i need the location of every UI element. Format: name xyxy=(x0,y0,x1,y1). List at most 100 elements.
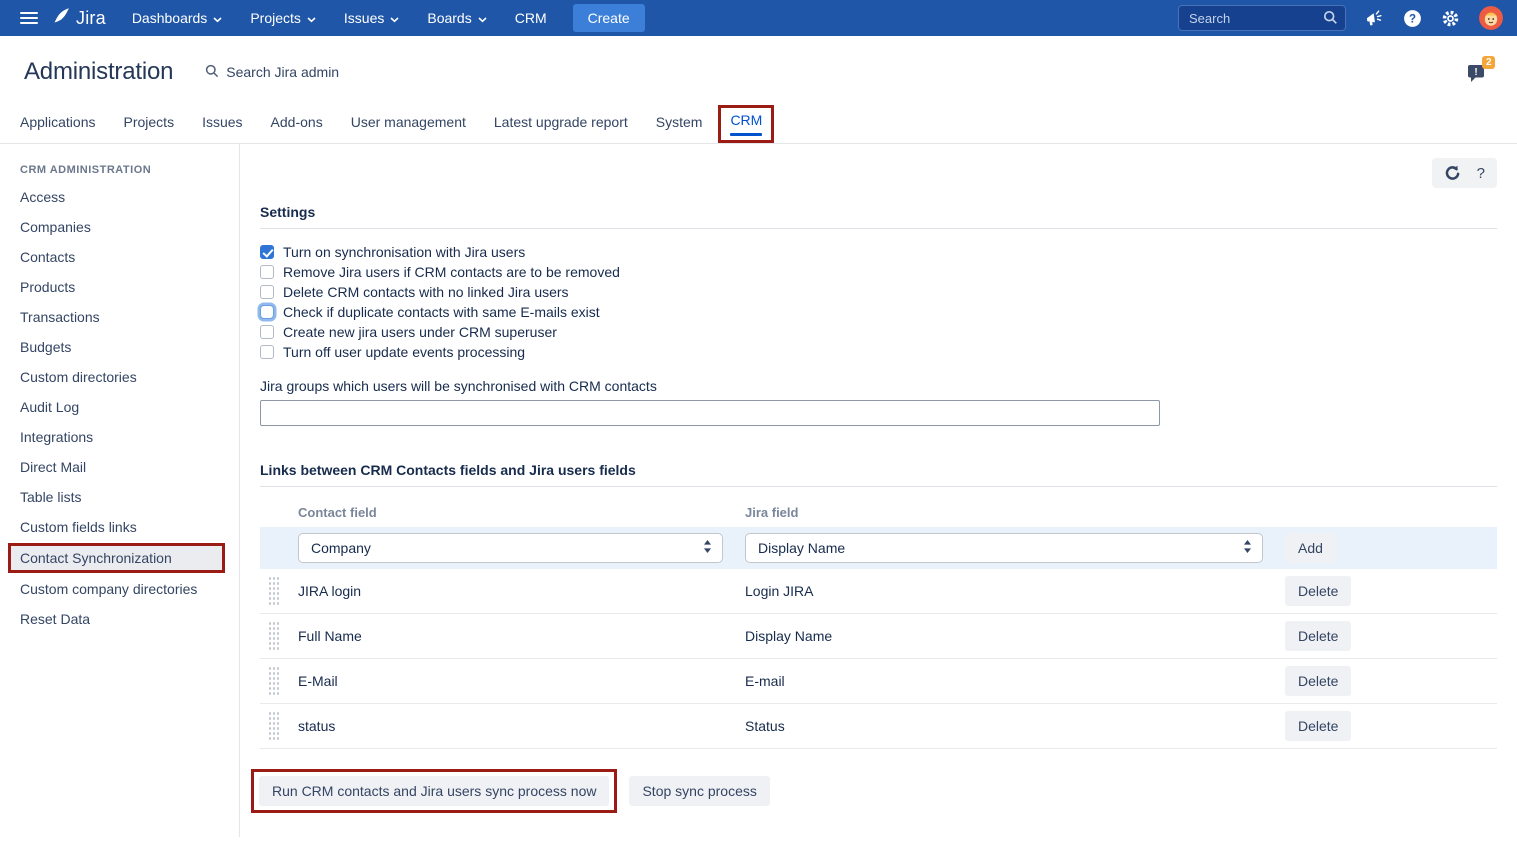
refresh-icon[interactable] xyxy=(1444,165,1461,182)
search-icon xyxy=(205,64,219,81)
jira-logo[interactable]: Jira xyxy=(52,6,106,30)
drag-handle-icon[interactable] xyxy=(268,666,279,696)
jira-groups-input[interactable] xyxy=(260,400,1160,426)
checkbox-remove-users[interactable] xyxy=(260,265,274,279)
sidebar-item-contacts[interactable]: Contacts xyxy=(20,242,239,272)
admin-tabs: Applications Projects Issues Add-ons Use… xyxy=(0,86,1517,144)
admin-search-label: Search Jira admin xyxy=(226,64,339,80)
checkbox-check-duplicates[interactable] xyxy=(260,305,274,319)
chevron-down-icon xyxy=(478,10,487,26)
sidebar-item-access[interactable]: Access xyxy=(20,182,239,212)
nav-boards-label: Boards xyxy=(427,10,471,26)
nav-projects[interactable]: Projects xyxy=(250,10,316,26)
select-spinner-icon xyxy=(703,539,712,557)
checkbox-create-under-superuser[interactable] xyxy=(260,325,274,339)
nav-crm[interactable]: CRM xyxy=(515,10,547,26)
jira-field-value: Display Name xyxy=(745,628,1285,644)
settings-heading: Settings xyxy=(260,204,1497,229)
checkbox-label[interactable]: Delete CRM contacts with no linked Jira … xyxy=(283,284,569,300)
checkbox-sync-on[interactable] xyxy=(260,245,274,259)
sidebar-item-budgets[interactable]: Budgets xyxy=(20,332,239,362)
checkbox-delete-contacts[interactable] xyxy=(260,285,274,299)
table-row: Full Name Display Name Delete xyxy=(260,614,1497,659)
drag-handle-icon[interactable] xyxy=(268,621,279,651)
delete-button[interactable]: Delete xyxy=(1285,621,1351,651)
delete-button[interactable]: Delete xyxy=(1285,666,1351,696)
nav-dashboards[interactable]: Dashboards xyxy=(132,10,223,26)
navbar-search xyxy=(1178,5,1346,31)
notification-icon[interactable]: ! 2 xyxy=(1465,59,1493,85)
delete-button[interactable]: Delete xyxy=(1285,711,1351,741)
checkbox-label[interactable]: Turn on synchronisation with Jira users xyxy=(283,244,525,260)
help-icon[interactable]: ? xyxy=(1403,9,1422,28)
checkbox-turn-off-events[interactable] xyxy=(260,345,274,359)
user-avatar[interactable] xyxy=(1479,6,1503,30)
nav-boards[interactable]: Boards xyxy=(427,10,486,26)
tab-applications[interactable]: Applications xyxy=(20,114,96,143)
admin-search[interactable]: Search Jira admin xyxy=(205,64,339,81)
checkbox-row-delete-contacts: Delete CRM contacts with no linked Jira … xyxy=(260,282,1497,302)
tab-latest-upgrade-report[interactable]: Latest upgrade report xyxy=(494,114,628,143)
search-icon[interactable] xyxy=(1323,10,1338,30)
table-row: JIRA login Login JIRA Delete xyxy=(260,569,1497,614)
jira-field-value: Login JIRA xyxy=(745,583,1285,599)
column-header-jira-field: Jira field xyxy=(745,505,1285,520)
announcement-icon[interactable] xyxy=(1365,10,1384,27)
jira-field-select-value: Display Name xyxy=(758,540,845,556)
tab-crm[interactable]: CRM xyxy=(718,105,774,143)
navbar-search-input[interactable] xyxy=(1178,5,1346,31)
checkbox-label[interactable]: Check if duplicate contacts with same E-… xyxy=(283,304,600,320)
jira-field-select[interactable]: Display Name xyxy=(745,533,1263,563)
run-sync-annotation-box: Run CRM contacts and Jira users sync pro… xyxy=(251,769,617,813)
sidebar-item-custom-directories[interactable]: Custom directories xyxy=(20,362,239,392)
checkbox-row-create-under-superuser: Create new jira users under CRM superuse… xyxy=(260,322,1497,342)
contact-field-value: Full Name xyxy=(298,628,745,644)
sidebar-item-table-lists[interactable]: Table lists xyxy=(20,482,239,512)
gear-icon[interactable] xyxy=(1441,9,1460,28)
tab-user-management[interactable]: User management xyxy=(351,114,466,143)
svg-text:?: ? xyxy=(1409,13,1416,25)
sidebar-item-direct-mail[interactable]: Direct Mail xyxy=(20,452,239,482)
admin-header: Administration Search Jira admin ! 2 xyxy=(0,36,1517,86)
checkbox-row-turn-off-events: Turn off user update events processing xyxy=(260,342,1497,362)
hamburger-menu-icon[interactable] xyxy=(20,12,38,24)
notification-badge: 2 xyxy=(1482,56,1495,69)
checkbox-label[interactable]: Remove Jira users if CRM contacts are to… xyxy=(283,264,620,280)
sidebar-item-transactions[interactable]: Transactions xyxy=(20,302,239,332)
run-sync-button[interactable]: Run CRM contacts and Jira users sync pro… xyxy=(259,776,609,806)
sidebar-item-custom-company-directories[interactable]: Custom company directories xyxy=(20,574,239,604)
jira-logo-text: Jira xyxy=(76,8,106,29)
drag-handle-icon[interactable] xyxy=(268,576,279,606)
checkbox-row-remove-users: Remove Jira users if CRM contacts are to… xyxy=(260,262,1497,282)
drag-handle-icon[interactable] xyxy=(268,711,279,741)
navbar-right: ? xyxy=(1178,5,1503,31)
stop-sync-button[interactable]: Stop sync process xyxy=(629,776,769,806)
sidebar-item-reset-data[interactable]: Reset Data xyxy=(20,604,239,634)
tab-add-ons[interactable]: Add-ons xyxy=(271,114,323,143)
crm-admin-sidebar: CRM ADMINISTRATION Access Companies Cont… xyxy=(0,144,240,837)
delete-button[interactable]: Delete xyxy=(1285,576,1351,606)
add-button[interactable]: Add xyxy=(1285,533,1336,563)
sidebar-item-products[interactable]: Products xyxy=(20,272,239,302)
nav-issues[interactable]: Issues xyxy=(344,10,399,26)
tab-system[interactable]: System xyxy=(656,114,703,143)
help-button[interactable]: ? xyxy=(1477,165,1485,182)
contact-field-select[interactable]: Company xyxy=(298,533,723,563)
chevron-down-icon xyxy=(213,10,222,26)
checkbox-label[interactable]: Turn off user update events processing xyxy=(283,344,525,360)
tab-projects[interactable]: Projects xyxy=(124,114,175,143)
field-links-table: Contact field Jira field Company Display… xyxy=(260,497,1497,749)
tab-issues[interactable]: Issues xyxy=(202,114,242,143)
sidebar-item-integrations[interactable]: Integrations xyxy=(20,422,239,452)
create-button[interactable]: Create xyxy=(573,4,645,32)
sidebar-item-audit-log[interactable]: Audit Log xyxy=(20,392,239,422)
checkbox-row-sync-on: Turn on synchronisation with Jira users xyxy=(260,242,1497,262)
select-spinner-icon xyxy=(1243,539,1252,557)
sidebar-item-contact-synchronization[interactable]: Contact Synchronization xyxy=(8,543,225,573)
sidebar-heading: CRM ADMINISTRATION xyxy=(20,164,239,176)
sidebar-item-custom-fields-links[interactable]: Custom fields links xyxy=(20,512,239,542)
nav-dashboards-label: Dashboards xyxy=(132,10,208,26)
table-header-row: Contact field Jira field xyxy=(260,497,1497,527)
checkbox-label[interactable]: Create new jira users under CRM superuse… xyxy=(283,324,557,340)
sidebar-item-companies[interactable]: Companies xyxy=(20,212,239,242)
